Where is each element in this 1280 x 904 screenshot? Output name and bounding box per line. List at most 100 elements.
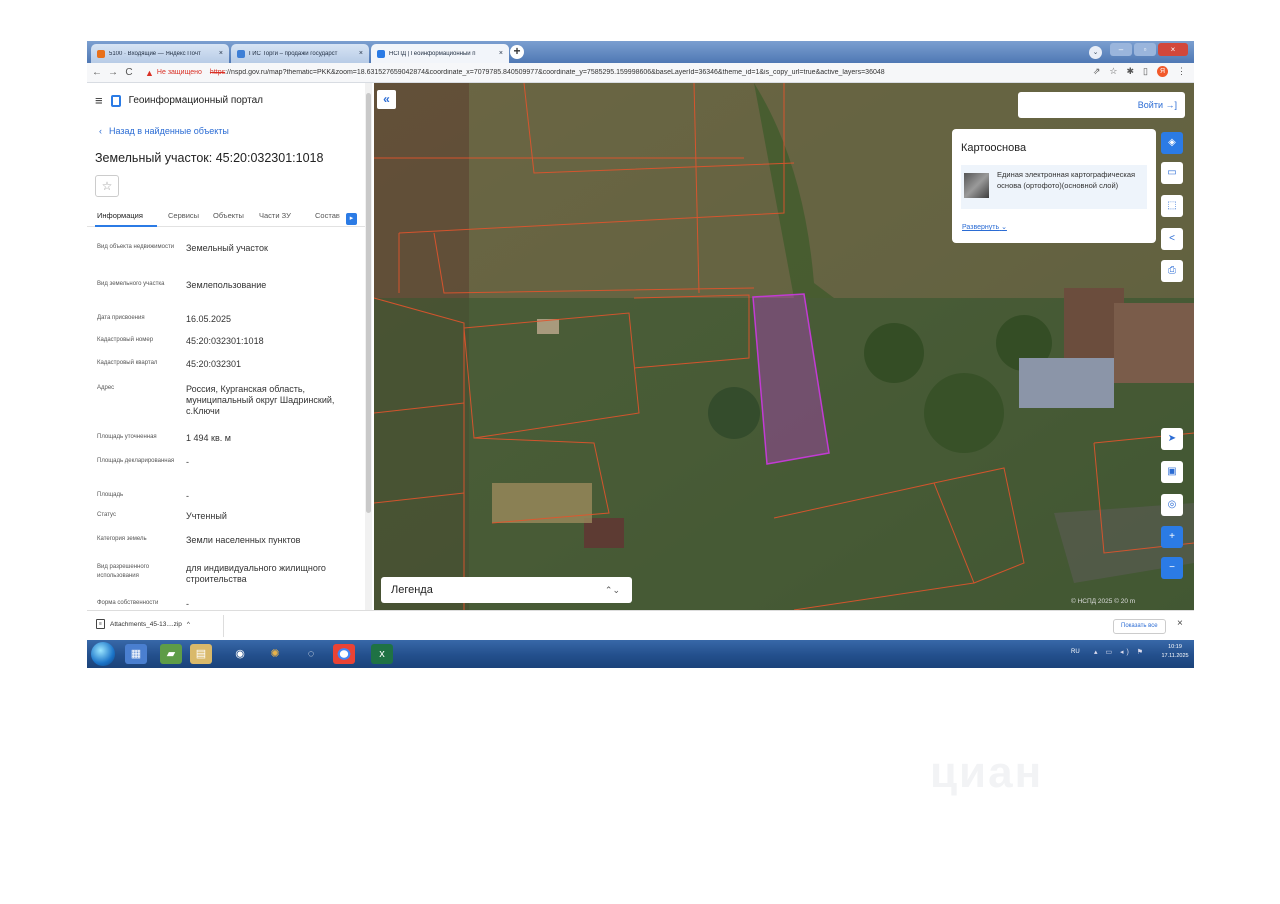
zoom-out-icon[interactable]: − <box>1161 557 1183 579</box>
mail-favicon-icon <box>97 49 105 58</box>
url-protocol[interactable]: https <box>210 69 225 76</box>
explorer-grid-icon[interactable]: ▦ <box>125 644 147 664</box>
property-value[interactable]: - <box>186 457 361 468</box>
locate-icon[interactable]: ➤ <box>1161 428 1183 450</box>
tab-parts[interactable]: Части ЗУ <box>259 211 291 220</box>
new-tab-button[interactable]: + <box>510 45 524 59</box>
warning-icon[interactable]: ▲ <box>145 68 154 78</box>
tab-close-icon[interactable]: × <box>219 50 223 57</box>
download-item[interactable]: ≡ Attachments_45-13....zip ^ <box>96 619 190 629</box>
bookmark-star-icon[interactable]: ☆ <box>1109 66 1117 77</box>
property-value[interactable]: 45:20:032301 <box>186 359 361 370</box>
forward-arrow-icon[interactable]: → <box>107 67 119 78</box>
property-value[interactable]: Учтенный <box>186 511 361 522</box>
download-filename: Attachments_45-13....zip <box>110 620 182 628</box>
media-player-icon[interactable]: ✺ <box>264 644 286 664</box>
zoom-in-icon[interactable]: + <box>1161 526 1183 548</box>
close-download-shelf-icon[interactable]: × <box>1177 618 1183 629</box>
tab-mail[interactable]: 5100 · Входящие — Яндекс Почт × <box>91 44 229 63</box>
basemap-card: Картооснова Единая электронная картограф… <box>952 129 1156 243</box>
screen-icon[interactable]: ▣ <box>1161 461 1183 483</box>
expand-label: Развернуть <box>962 224 1000 231</box>
minimize-icon[interactable]: – <box>1110 43 1132 56</box>
start-button-icon[interactable] <box>91 642 115 666</box>
not-secure-label[interactable]: Не защищено <box>157 69 202 76</box>
url-text[interactable]: ://nspd.gov.ru/map?thematic=PKK&zoom=18.… <box>225 69 915 76</box>
property-value[interactable]: для индивидуального жилищного строительс… <box>186 563 361 585</box>
property-value[interactable]: - <box>186 491 361 502</box>
tabs-next-button[interactable]: ▸ <box>346 213 357 225</box>
basemap-layer-item[interactable]: Единая электронная картографическая осно… <box>961 165 1147 209</box>
tab-search-icon[interactable]: ⌄ <box>1089 46 1102 59</box>
reload-icon[interactable]: C <box>123 67 135 78</box>
download-shelf: ≡ Attachments_45-13....zip ^ Показать вс… <box>87 610 1194 640</box>
property-value[interactable]: 45:20:032301:1018 <box>186 336 361 347</box>
tabs-fade <box>337 209 346 226</box>
download-menu-caret-icon[interactable]: ^ <box>187 621 190 628</box>
layers-icon[interactable]: ◈ <box>1161 132 1183 154</box>
share-icon[interactable]: < <box>1161 228 1183 250</box>
tab-nspd[interactable]: НСПД | Геоинформационный п × <box>371 44 509 63</box>
property-value[interactable]: 16.05.2025 <box>186 314 361 325</box>
scroll-thumb[interactable] <box>366 93 371 513</box>
layer-name: Единая электронная картографическая осно… <box>997 170 1136 190</box>
panel-scrollbar[interactable] <box>365 83 372 610</box>
property-value[interactable]: Земли населенных пунктов <box>186 535 361 546</box>
property-value[interactable]: - <box>186 599 361 610</box>
extensions-icon[interactable]: ✱ <box>1127 66 1135 77</box>
dry-garden <box>492 483 592 523</box>
maximize-icon[interactable]: ▫ <box>1134 43 1156 56</box>
tab-title: ГИС Торги – продажи государст <box>249 50 338 57</box>
clock[interactable]: 10:19 17.11.2025 <box>1158 643 1192 661</box>
property-label: Статус <box>97 512 116 518</box>
map-view[interactable]: « Войти →] Картооснова Единая электронна… <box>374 83 1194 610</box>
tray-icons[interactable]: ▴ ▭ ◂) ⚑ <box>1094 648 1146 656</box>
share-page-icon[interactable]: ⇗ <box>1093 66 1101 77</box>
hamburger-menu-icon[interactable]: ≡ <box>95 93 103 108</box>
close-window-icon[interactable]: × <box>1158 43 1188 56</box>
language-indicator[interactable]: RU <box>1071 649 1080 655</box>
tab-information[interactable]: Информация <box>97 211 143 220</box>
folder-icon[interactable]: ▤ <box>190 644 212 664</box>
basemap-title: Картооснова <box>961 142 1027 154</box>
excel-icon[interactable]: x <box>371 644 393 664</box>
expand-layers-link[interactable]: Развернуть ⌄ <box>962 223 1007 231</box>
browser-c-icon[interactable]: ◌ <box>300 644 322 664</box>
back-to-results-link[interactable]: ‹ Назад в найденные объекты <box>99 126 229 136</box>
ruler-icon[interactable]: ▭ <box>1161 162 1183 184</box>
browser-tab-strip: 5100 · Входящие — Яндекс Почт × ГИС Торг… <box>87 41 1194 63</box>
property-value[interactable]: Россия, Курганская область, муниципальны… <box>186 384 361 417</box>
favorite-star-button[interactable]: ☆ <box>95 175 119 197</box>
property-label: Вид земельного участка <box>97 281 165 287</box>
house-roof <box>1114 303 1194 383</box>
portal-name[interactable]: Геоинформационный портал <box>129 95 263 106</box>
tree-cluster <box>924 373 1004 453</box>
property-value[interactable]: Земельный участок <box>186 243 361 254</box>
back-arrow-icon[interactable]: ← <box>91 67 103 78</box>
show-all-downloads-button[interactable]: Показать все <box>1113 619 1166 634</box>
tab-services[interactable]: Сервисы <box>168 211 199 220</box>
portal-logo-icon <box>110 94 121 107</box>
tab-gis-torgi[interactable]: ГИС Торги – продажи государст × <box>231 44 369 63</box>
tab-close-icon[interactable]: × <box>499 50 503 57</box>
legend-dropdown[interactable]: Легенда ⌃⌄ <box>381 577 632 603</box>
browser-menu-icon[interactable]: ⋮ <box>1177 66 1186 77</box>
login-button[interactable]: Войти →] <box>1018 92 1185 118</box>
print-icon[interactable]: ⎙ <box>1161 260 1183 282</box>
address-bar-actions: ⇗ ☆ ✱ ▯ Я ⋮ <box>1093 66 1186 77</box>
property-value[interactable]: 1 494 кв. м <box>186 433 361 444</box>
nspd-favicon-icon <box>377 49 385 58</box>
chrome-icon[interactable] <box>333 644 355 664</box>
tab-objects[interactable]: Объекты <box>213 211 244 220</box>
tab-close-icon[interactable]: × <box>359 50 363 57</box>
house-roof <box>1019 358 1114 408</box>
collapse-panel-button[interactable]: « <box>377 90 396 109</box>
app-circle-icon[interactable]: ◉ <box>229 644 251 664</box>
yandex-extension-icon[interactable]: Я <box>1157 66 1168 77</box>
property-label: Кадастровый квартал <box>97 360 158 366</box>
file-app-icon[interactable]: ▰ <box>160 644 182 664</box>
side-panel-icon[interactable]: ▯ <box>1143 66 1148 77</box>
target-icon[interactable]: ◎ <box>1161 494 1183 516</box>
select-area-icon[interactable]: ⬚ <box>1161 195 1183 217</box>
property-value[interactable]: Землепользование <box>186 280 361 291</box>
